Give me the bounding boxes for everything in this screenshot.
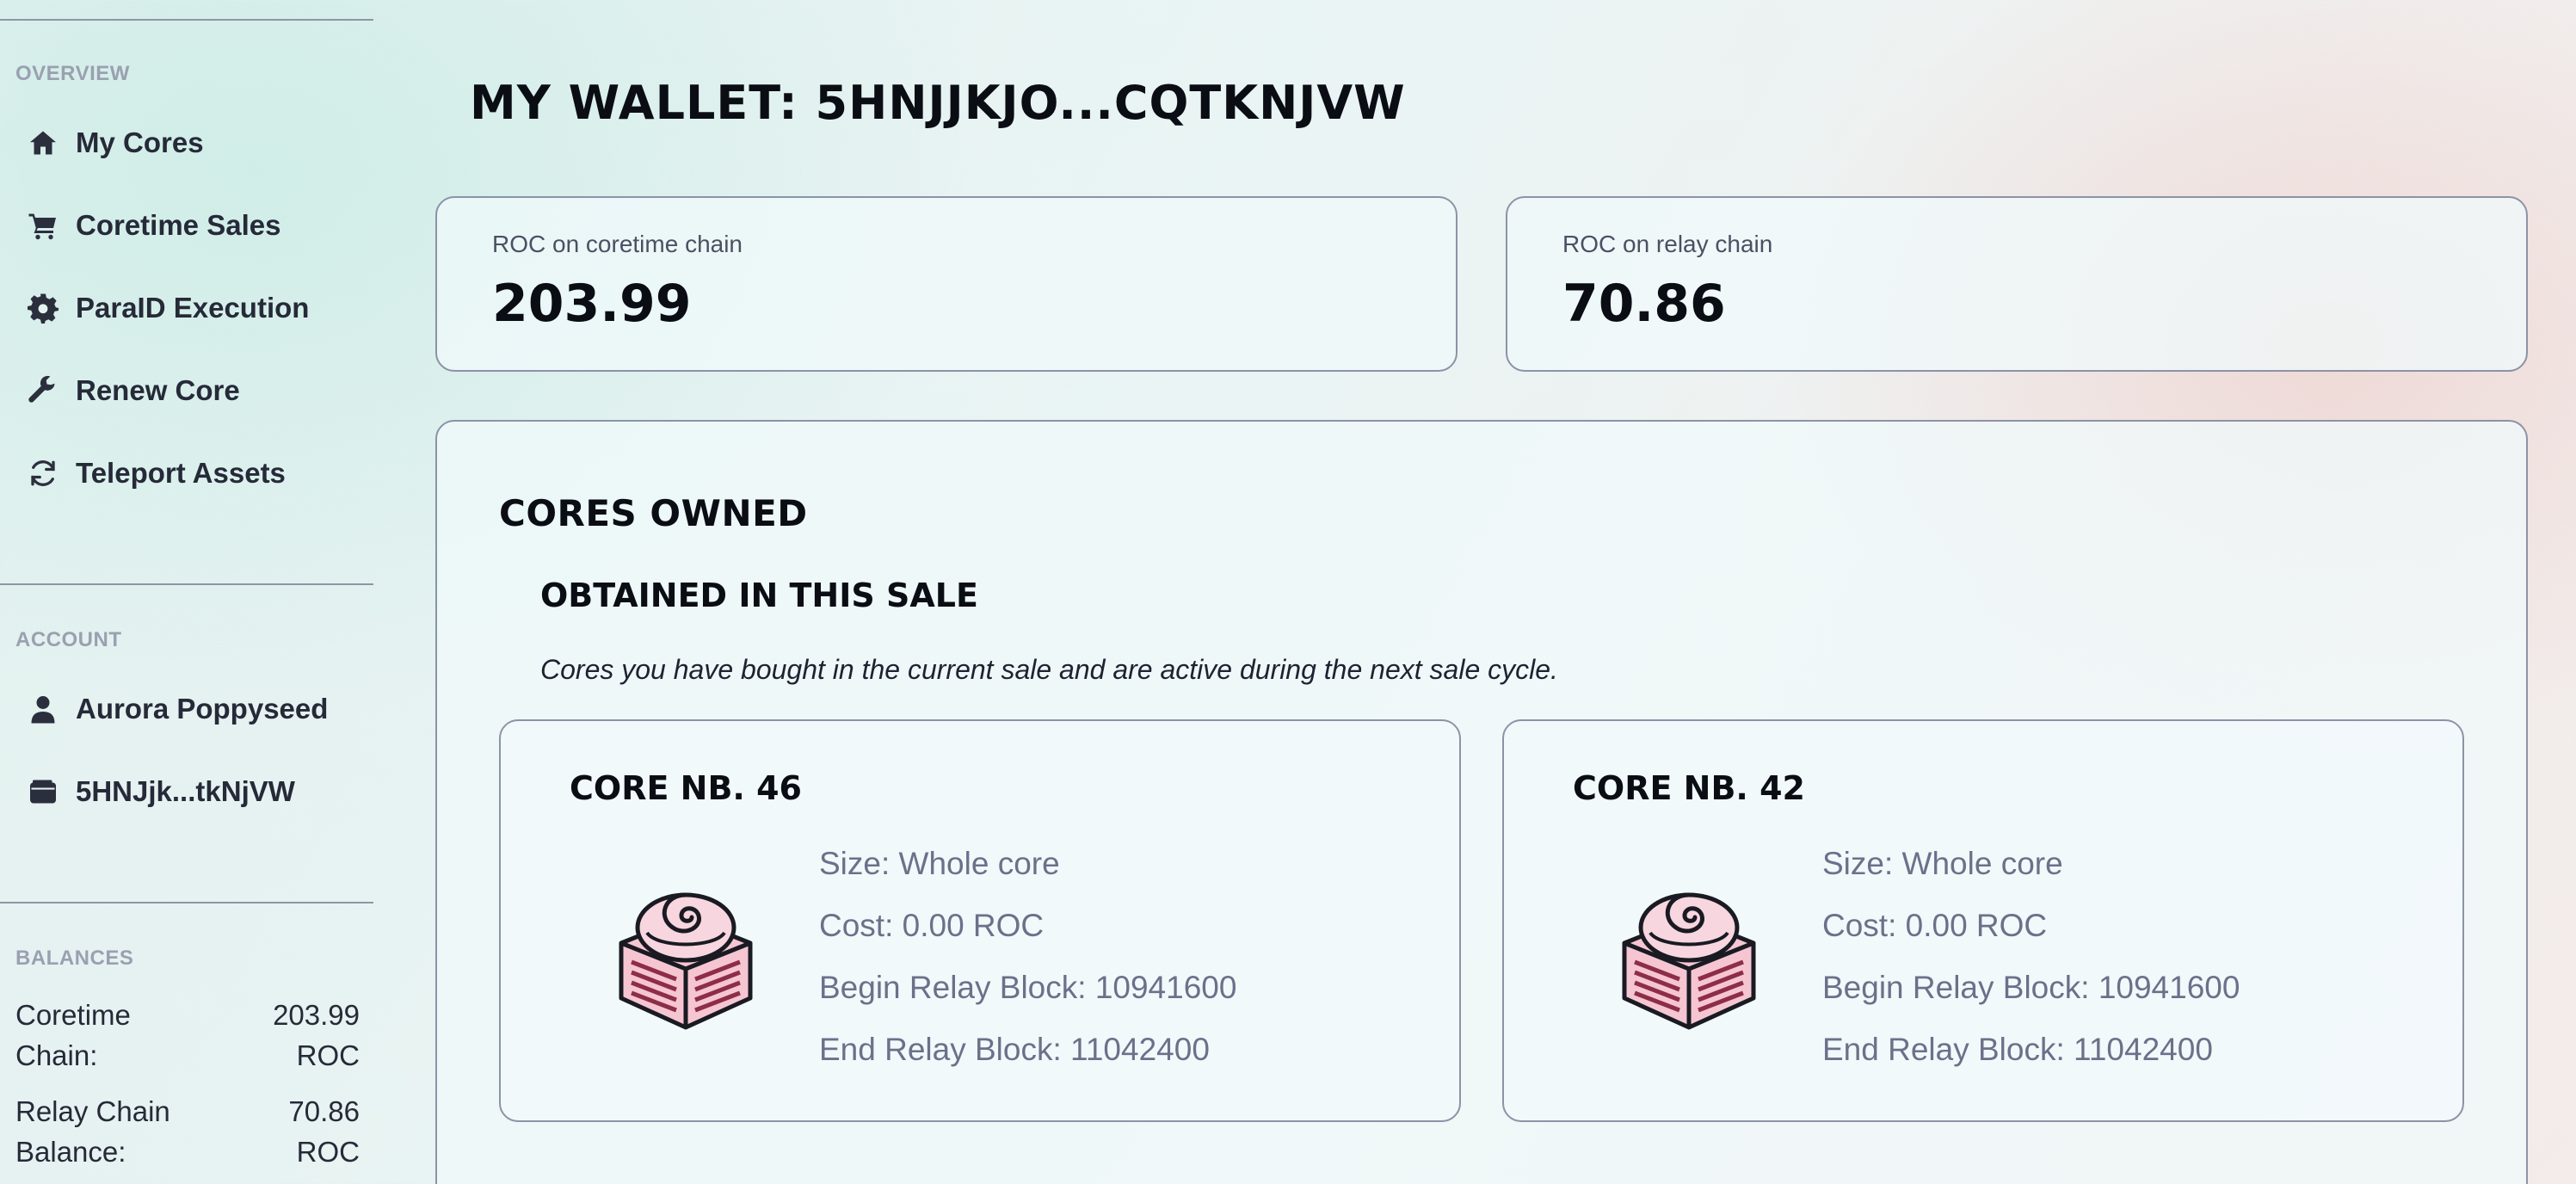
- balance-value: 203.99: [273, 999, 360, 1031]
- core-begin-block: Begin Relay Block: 10941600: [819, 970, 1237, 1005]
- balance-value: 70.86: [288, 1095, 360, 1127]
- refresh-icon: [26, 456, 60, 490]
- balance-relay-chain: Relay Chain Balance: 70.86 ROC: [15, 1091, 360, 1172]
- account-name: Aurora Poppyseed: [76, 693, 329, 725]
- stat-label: ROC on relay chain: [1562, 231, 1773, 257]
- core-icon: [1622, 892, 1756, 1030]
- cores-owned-panel: CORES OWNED OBTAINED IN THIS SALE Cores …: [435, 420, 2528, 1184]
- core-cost: Cost: 0.00 ROC: [1822, 908, 2048, 943]
- account-user[interactable]: Aurora Poppyseed: [26, 683, 361, 735]
- balance-unit: ROC: [296, 1039, 360, 1071]
- core-begin-block: Begin Relay Block: 10941600: [1822, 970, 2240, 1005]
- page-title: MY WALLET: 5HNJJKJO...CQTKNJVW: [470, 76, 1406, 130]
- core-size: Size: Whole core: [1822, 846, 2063, 881]
- balance-label: Relay Chain: [15, 1095, 170, 1127]
- core-title: CORE NB. 42: [1573, 769, 1805, 807]
- nav-label: Coretime Sales: [76, 209, 281, 241]
- nav-label: ParaID Execution: [76, 292, 310, 324]
- sidebar: OVERVIEW My Cores Coretime Sales ParaID …: [0, 0, 373, 1184]
- nav-my-cores[interactable]: My Cores: [26, 117, 361, 169]
- balance-label: Chain:: [15, 1039, 98, 1071]
- account-wallet[interactable]: 5HNJjk...tkNjVW: [26, 766, 361, 817]
- nav-coretime-sales[interactable]: Coretime Sales: [26, 200, 361, 251]
- wallet-address: 5HNJjk...tkNjVW: [76, 775, 295, 807]
- nav-label: Teleport Assets: [76, 457, 286, 489]
- stat-value: 70.86: [1562, 274, 1726, 334]
- home-icon: [26, 126, 60, 160]
- account-section-label: ACCOUNT: [15, 628, 122, 651]
- core-details: Size: Whole core Cost: 0.00 ROC Begin Re…: [1822, 833, 2240, 1081]
- core-end-block: End Relay Block: 11042400: [819, 1032, 1210, 1067]
- wallet-icon: [26, 774, 60, 809]
- core-size: Size: Whole core: [819, 846, 1060, 881]
- core-icon: [619, 892, 753, 1030]
- balance-label: Coretime: [15, 999, 131, 1031]
- core-title: CORE NB. 46: [570, 769, 802, 807]
- core-cost: Cost: 0.00 ROC: [819, 908, 1045, 943]
- nav-teleport-assets[interactable]: Teleport Assets: [26, 447, 361, 499]
- stat-value: 203.99: [492, 274, 692, 334]
- nav-renew-core[interactable]: Renew Core: [26, 365, 361, 416]
- user-icon: [26, 692, 60, 726]
- balance-coretime-chain: Coretime Chain: 203.99 ROC: [15, 995, 360, 1076]
- sale-section-description: Cores you have bought in the current sal…: [540, 654, 1558, 685]
- stat-card-relay: ROC on relay chain 70.86: [1506, 196, 2528, 372]
- divider: [0, 19, 373, 21]
- divider: [0, 902, 373, 903]
- balance-label: Balance:: [15, 1136, 126, 1168]
- core-end-block: End Relay Block: 11042400: [1822, 1032, 2213, 1067]
- nav-paraid-execution[interactable]: ParaID Execution: [26, 282, 361, 334]
- gear-icon: [26, 291, 60, 325]
- sale-section-title: OBTAINED IN THIS SALE: [540, 577, 978, 614]
- nav-label: Renew Core: [76, 374, 240, 406]
- core-card[interactable]: CORE NB. 42 Size: Whole core Cost: 0.00 …: [1502, 719, 2464, 1122]
- balance-unit: ROC: [296, 1136, 360, 1168]
- cores-owned-title: CORES OWNED: [499, 492, 808, 534]
- balances-section-label: BALANCES: [15, 947, 134, 970]
- core-card[interactable]: CORE NB. 46 Size: Whole core Cost: 0.00 …: [499, 719, 1461, 1122]
- cart-icon: [26, 208, 60, 243]
- wrench-icon: [26, 373, 60, 408]
- stat-card-coretime: ROC on coretime chain 203.99: [435, 196, 1457, 372]
- overview-section-label: OVERVIEW: [15, 62, 130, 85]
- stat-label: ROC on coretime chain: [492, 231, 743, 257]
- core-details: Size: Whole core Cost: 0.00 ROC Begin Re…: [819, 833, 1236, 1081]
- nav-label: My Cores: [76, 126, 204, 158]
- divider: [0, 583, 373, 585]
